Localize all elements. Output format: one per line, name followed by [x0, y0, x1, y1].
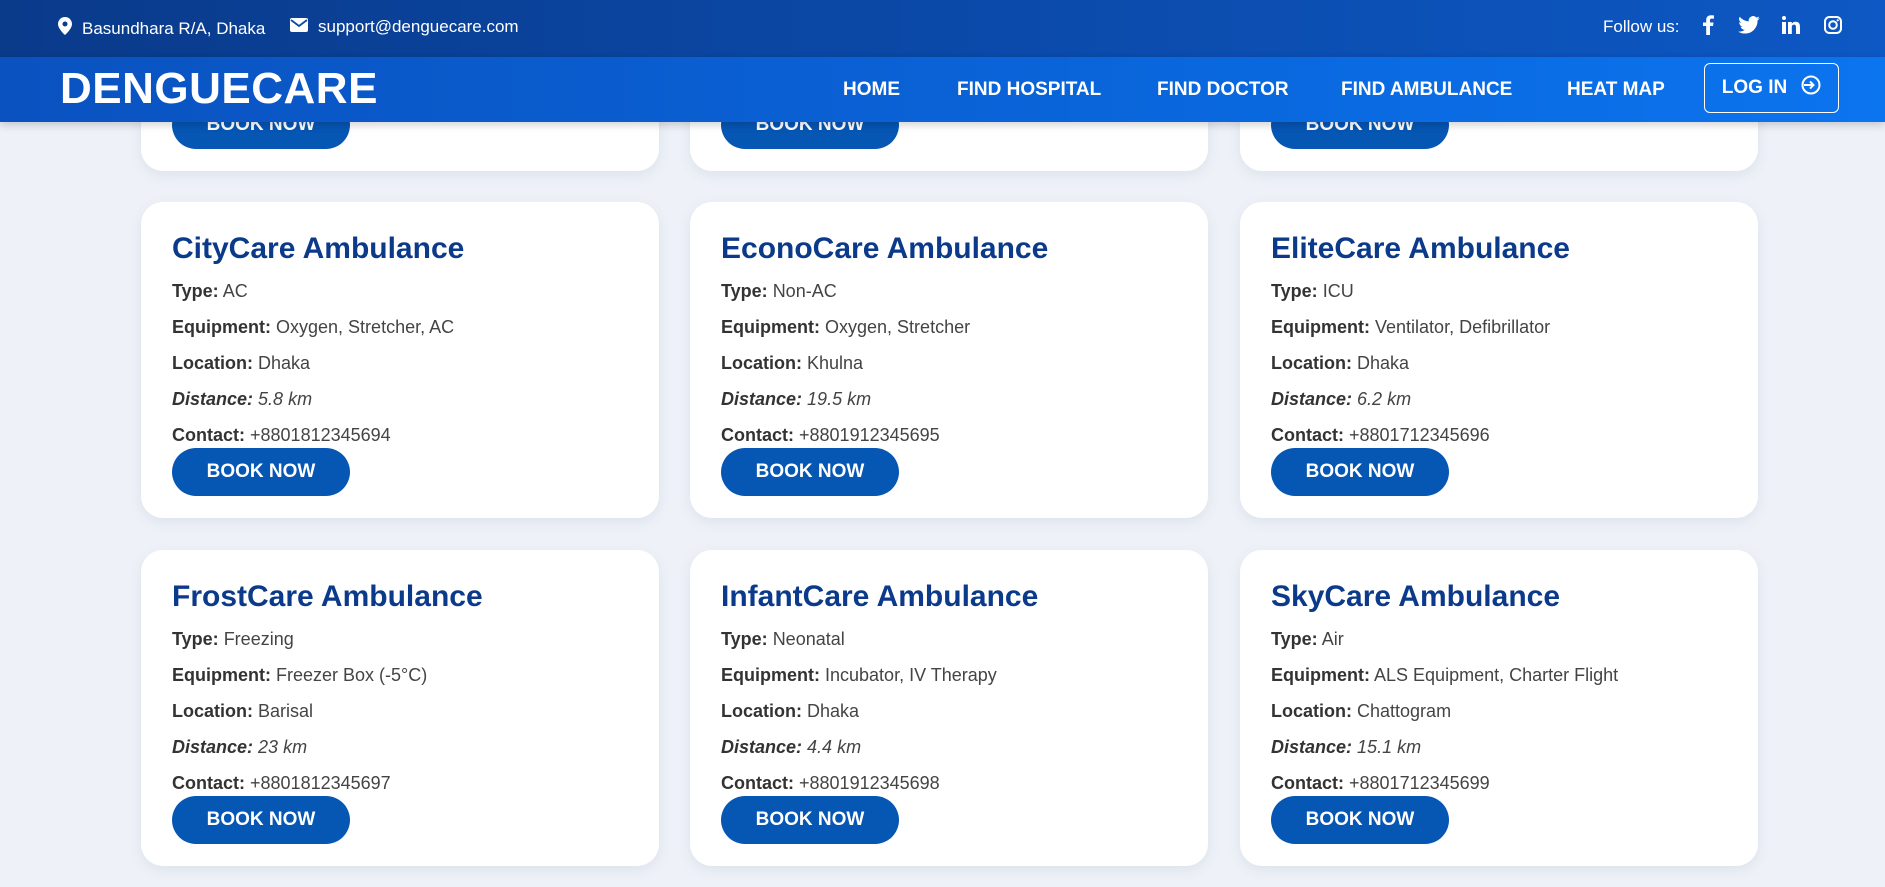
ambulance-distance: Distance: 15.1 km	[1271, 737, 1422, 757]
ambulance-type: Type: Air	[1271, 629, 1344, 649]
brand-logo[interactable]: DENGUECARE	[60, 64, 378, 114]
ambulance-card: FrostCare Ambulance Type: Freezing Equip…	[141, 550, 659, 866]
email-info[interactable]: support@denguecare.com	[290, 17, 519, 37]
login-button[interactable]: LOG IN	[1704, 63, 1839, 113]
main-navbar: DENGUECARE HOME FIND HOSPITAL FIND DOCTO…	[0, 57, 1885, 122]
book-now-button[interactable]: BOOK NOW	[721, 448, 899, 496]
ambulance-type: Type: Non-AC	[721, 281, 837, 301]
book-now-button[interactable]: BOOK NOW	[1271, 796, 1449, 844]
ambulance-contact: Contact: +8801812345694	[172, 425, 391, 445]
ambulance-location: Location: Dhaka	[172, 353, 311, 373]
ambulance-equipment: Equipment: Oxygen, Stretcher	[721, 317, 971, 337]
ambulance-name: EconoCare Ambulance	[721, 232, 1049, 265]
ambulance-contact: Contact: +8801712345699	[1271, 773, 1490, 793]
ambulance-distance: Distance: 6.2 km	[1271, 389, 1412, 409]
ambulance-card: CityCare Ambulance Type: AC Equipment: O…	[141, 202, 659, 518]
twitter-icon[interactable]	[1738, 14, 1760, 36]
ambulance-location: Location: Dhaka	[1271, 353, 1410, 373]
ambulance-distance: Distance: 19.5 km	[721, 389, 872, 409]
ambulance-distance: Distance: 4.4 km	[721, 737, 862, 757]
book-now-button[interactable]: BOOK NOW	[721, 796, 899, 844]
location-info: Basundhara R/A, Dhaka	[58, 17, 265, 40]
ambulance-card: EconoCare Ambulance Type: Non-AC Equipme…	[690, 202, 1208, 518]
nav-find-hospital[interactable]: FIND HOSPITAL	[957, 79, 1101, 101]
book-now-button[interactable]: BOOK NOW	[1271, 448, 1449, 496]
ambulance-contact: Contact: +8801712345696	[1271, 425, 1490, 445]
ambulance-type: Type: Neonatal	[721, 629, 845, 649]
ambulance-location: Location: Khulna	[721, 353, 864, 373]
nav-find-doctor[interactable]: FIND DOCTOR	[1157, 79, 1289, 101]
ambulance-equipment: Equipment: Ventilator, Defibrillator	[1271, 317, 1551, 337]
envelope-icon	[290, 17, 308, 37]
ambulance-type: Type: Freezing	[172, 629, 294, 649]
ambulance-equipment: Equipment: Freezer Box (-5°C)	[172, 665, 428, 685]
ambulance-distance: Distance: 5.8 km	[172, 389, 313, 409]
ambulance-card: EliteCare Ambulance Type: ICU Equipment:…	[1240, 202, 1758, 518]
ambulance-card: InfantCare Ambulance Type: Neonatal Equi…	[690, 550, 1208, 866]
ambulance-name: FrostCare Ambulance	[172, 580, 483, 613]
ambulance-card: SkyCare Ambulance Type: Air Equipment: A…	[1240, 550, 1758, 866]
ambulance-distance: Distance: 23 km	[172, 737, 308, 757]
ambulance-contact: Contact: +8801912345695	[721, 425, 940, 445]
ambulance-equipment: Equipment: ALS Equipment, Charter Flight	[1271, 665, 1619, 685]
book-now-button[interactable]: BOOK NOW	[172, 796, 350, 844]
nav-heat-map[interactable]: HEAT MAP	[1567, 79, 1665, 101]
login-label: LOG IN	[1721, 77, 1788, 98]
ambulance-name: EliteCare Ambulance	[1271, 232, 1570, 265]
map-pin-icon	[58, 17, 72, 40]
ambulance-location: Location: Dhaka	[721, 701, 860, 721]
ambulance-location: Location: Chattogram	[1271, 701, 1452, 721]
instagram-icon[interactable]	[1822, 14, 1844, 36]
ambulance-location: Location: Barisal	[172, 701, 314, 721]
follow-label: Follow us:	[1603, 17, 1680, 36]
ambulance-name: CityCare Ambulance	[172, 232, 465, 265]
email-text[interactable]: support@denguecare.com	[318, 17, 519, 37]
ambulance-contact: Contact: +8801812345697	[172, 773, 391, 793]
linkedin-icon[interactable]	[1780, 14, 1802, 36]
book-now-button[interactable]: BOOK NOW	[172, 448, 350, 496]
location-text: Basundhara R/A, Dhaka	[82, 18, 266, 38]
nav-find-ambulance[interactable]: FIND AMBULANCE	[1341, 79, 1512, 101]
ambulance-type: Type: ICU	[1271, 281, 1354, 301]
login-icon	[1801, 75, 1821, 101]
ambulance-name: InfantCare Ambulance	[721, 580, 1039, 613]
ambulance-type: Type: AC	[172, 281, 248, 301]
ambulance-equipment: Equipment: Incubator, IV Therapy	[721, 665, 997, 685]
nav-home[interactable]: HOME	[843, 79, 900, 101]
ambulance-name: SkyCare Ambulance	[1271, 580, 1561, 613]
ambulance-contact: Contact: +8801912345698	[721, 773, 940, 793]
facebook-icon[interactable]	[1697, 14, 1719, 36]
ambulance-equipment: Equipment: Oxygen, Stretcher, AC	[172, 317, 455, 337]
top-bar: Basundhara R/A, Dhaka support@denguecare…	[0, 0, 1885, 57]
